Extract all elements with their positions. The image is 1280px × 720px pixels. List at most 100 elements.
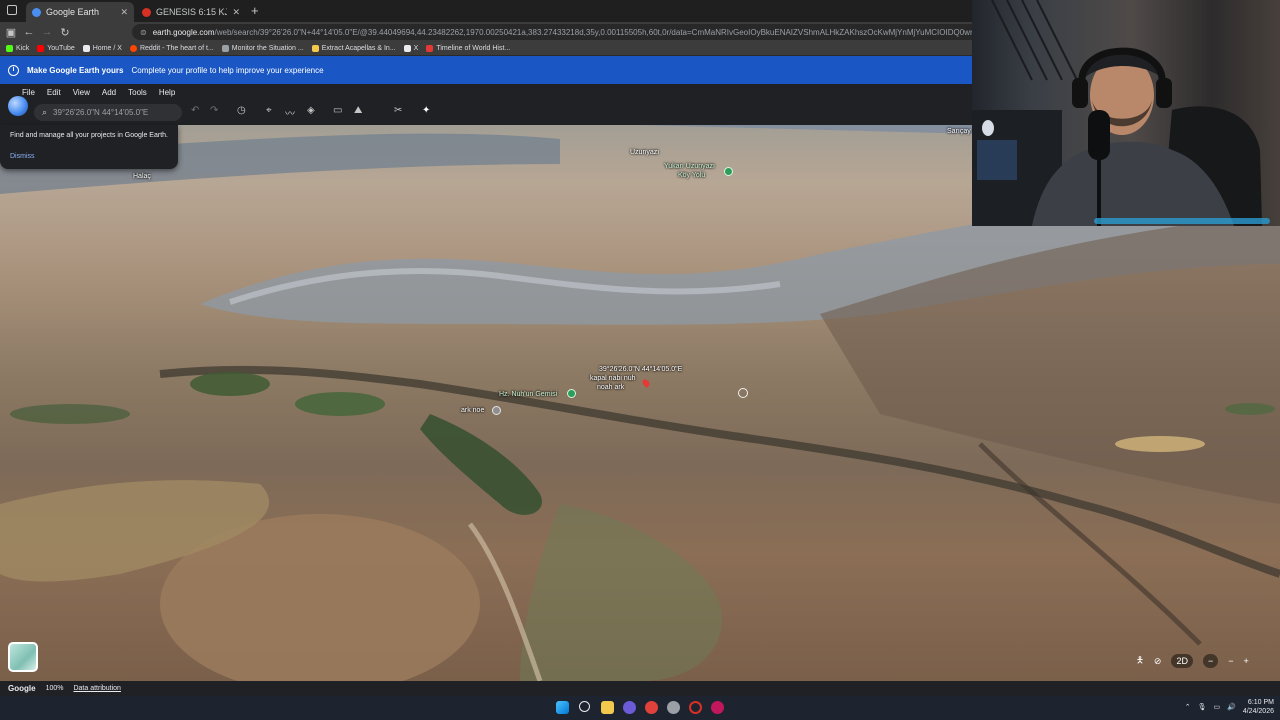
voyager-icon[interactable]: ✂ [394, 105, 402, 116]
sparkle-icon[interactable]: ✦ [422, 105, 430, 116]
acapella-icon [311, 45, 319, 52]
tab-google-earth[interactable]: Google Earth ✕ [26, 2, 134, 22]
layers-icon[interactable]: ◈ [307, 105, 315, 116]
obs-icon[interactable] [689, 701, 702, 714]
tab-genesis[interactable]: GENESIS 6:15 KJV "And this is t ✕ [136, 2, 246, 22]
place-label-uzunyazi[interactable]: Uzunyazı [630, 149, 659, 156]
browser-icon[interactable] [645, 701, 658, 714]
microphone-icon[interactable]: 🎙 [1198, 703, 1207, 711]
place-pin-icon[interactable] [724, 167, 733, 176]
measure-icon[interactable]: ▭ [333, 105, 342, 116]
url-host: earth.google.com [152, 27, 215, 37]
search-icon[interactable] [579, 701, 590, 712]
back-icon[interactable]: ← [20, 26, 38, 38]
place-label-yukari-uzunyazi[interactable]: Yukarı Uzunyazı [664, 163, 715, 170]
no-tilt-icon[interactable]: ⊘ [1154, 656, 1162, 667]
info-icon: i [8, 64, 19, 76]
menu-add[interactable]: Add [102, 88, 116, 97]
genesis-favicon-icon [142, 7, 151, 17]
undo-icon[interactable]: ↶ [191, 105, 199, 116]
forward-icon[interactable]: → [38, 26, 56, 38]
zoom-in-button[interactable]: + [1244, 656, 1249, 666]
reload-icon[interactable]: ↻ [56, 26, 74, 39]
menu-view[interactable]: View [73, 88, 90, 97]
place-label-koy-yolu[interactable]: Köy Yolu [678, 172, 705, 179]
timeline-icon [426, 45, 434, 52]
network-icon[interactable]: ▭ [1214, 703, 1221, 711]
search-field[interactable]: ⌕ [34, 104, 182, 121]
monitor-icon [221, 45, 229, 52]
x-icon [82, 45, 90, 52]
place-label-halac[interactable]: Halaç [133, 173, 151, 180]
banner-title: Make Google Earth yours [27, 65, 124, 75]
chevron-up-icon[interactable]: ⌃ [1185, 703, 1191, 711]
address-bar[interactable]: ⊜ earth.google.com/web/search/39°26'26.0… [132, 24, 972, 40]
google-earth-favicon-icon [32, 7, 41, 17]
bookmark-youtube[interactable]: YouTube [37, 45, 75, 52]
webcam-video [972, 0, 1270, 226]
placemark-icon[interactable]: ⌖ [266, 105, 272, 116]
place-label-noah-ark[interactable]: noah ark [597, 384, 624, 391]
site-info-icon[interactable]: ⊜ [140, 28, 147, 37]
profile-banner[interactable]: i Make Google Earth yours Complete your … [0, 56, 972, 84]
bookmark-kick[interactable]: Kick [6, 45, 29, 52]
earth-toolbar: ⌕ ↶ ↷ ◷ ⌖ 〰 ◈ ▭ ⛰ ✂ ✦ [0, 100, 972, 125]
clock[interactable]: 6:10 PM 4/24/2026 [1243, 698, 1274, 716]
earth-menubar: File Edit View Add Tools Help [0, 84, 972, 100]
bookmark-monitor[interactable]: Monitor the Situation ... [221, 45, 304, 52]
close-tab-icon[interactable]: ✕ [120, 7, 128, 18]
coordinate-label[interactable]: 39°26'26.0"N 44°14'05.0"E [599, 366, 682, 373]
kick-icon [6, 45, 13, 52]
bookmark-acapellas[interactable]: Extract Acapellas & In... [311, 45, 396, 52]
image-overlay-icon[interactable]: ⛰ [354, 105, 362, 116]
place-label-saricay[interactable]: Sarıçay [947, 128, 971, 135]
tab-actions-icon[interactable] [7, 5, 17, 15]
place-label-ark-noe[interactable]: ark noe [461, 407, 484, 414]
search-input[interactable] [53, 108, 172, 117]
google-logo: Google [8, 684, 36, 693]
bookmark-x[interactable]: X [403, 45, 418, 52]
place-label-nuhun-gemisi[interactable]: Hz. Nuh'un Gemisi [499, 391, 557, 398]
clock-time: 6:10 PM [1247, 699, 1274, 706]
history-icon[interactable]: ◷ [237, 105, 246, 116]
map-style-thumbnail[interactable] [8, 642, 38, 672]
new-tab-icon[interactable]: + [251, 3, 259, 18]
bookmark-reddit[interactable]: Reddit - The heart of t... [129, 45, 214, 52]
start-icon[interactable] [556, 701, 569, 714]
cursor-target-icon [738, 388, 748, 398]
discord-icon[interactable] [711, 701, 724, 714]
google-earth-logo-icon[interactable] [8, 96, 28, 116]
tab-label: Google Earth [46, 7, 100, 17]
sidebar-toggle-icon[interactable]: ▣ [2, 26, 20, 39]
bookmarks-bar: Kick YouTube Home / X Reddit - The heart… [0, 42, 972, 56]
earth-status-bar: Google 100% Data attribution [0, 681, 1280, 696]
bookmark-timeline[interactable]: Timeline of World Hist... [426, 45, 510, 52]
volume-icon[interactable]: 🔊 [1227, 703, 1236, 711]
bookmark-home-x[interactable]: Home / X [82, 45, 122, 52]
photo-pin-icon[interactable] [492, 406, 501, 415]
file-explorer-icon[interactable] [601, 701, 614, 714]
browser-tab-strip: Google Earth ✕ GENESIS 6:15 KJV "And thi… [0, 0, 972, 22]
zoom-out-button[interactable]: − [1202, 654, 1219, 668]
settings-icon[interactable] [667, 701, 680, 714]
windows-taskbar: ⌃ 🎙 ▭ 🔊 6:10 PM 4/24/2026 [0, 696, 1280, 720]
data-attribution-link[interactable]: Data attribution [73, 685, 120, 692]
redo-icon[interactable]: ↷ [210, 105, 218, 116]
dismiss-button[interactable]: Dismiss [10, 153, 168, 160]
browser-navbar: ▣ ← → ↻ ⊜ earth.google.com/web/search/39… [0, 22, 972, 42]
place-pin-icon[interactable] [567, 389, 576, 398]
tab-label: GENESIS 6:15 KJV "And this is t [156, 7, 228, 17]
pegman-icon[interactable]: 🯅 [1136, 653, 1144, 669]
place-label-kapal-nabi-nuh[interactable]: kapal nabi nuh [590, 375, 636, 382]
zoom-level: 100% [45, 685, 64, 692]
menu-edit[interactable]: Edit [47, 88, 61, 97]
zoom-out-small-button[interactable]: − [1228, 656, 1233, 666]
menu-help[interactable]: Help [159, 88, 175, 97]
view-2d-button[interactable]: 2D [1171, 654, 1193, 668]
close-tab-icon[interactable]: ✕ [232, 7, 240, 18]
app-icon[interactable] [623, 701, 636, 714]
path-icon[interactable]: 〰 [285, 105, 295, 120]
menu-file[interactable]: File [22, 88, 35, 97]
url-path: /web/search/39°26'26.0"N+44°14'05.0"E/@3… [214, 27, 972, 37]
menu-tools[interactable]: Tools [128, 88, 147, 97]
